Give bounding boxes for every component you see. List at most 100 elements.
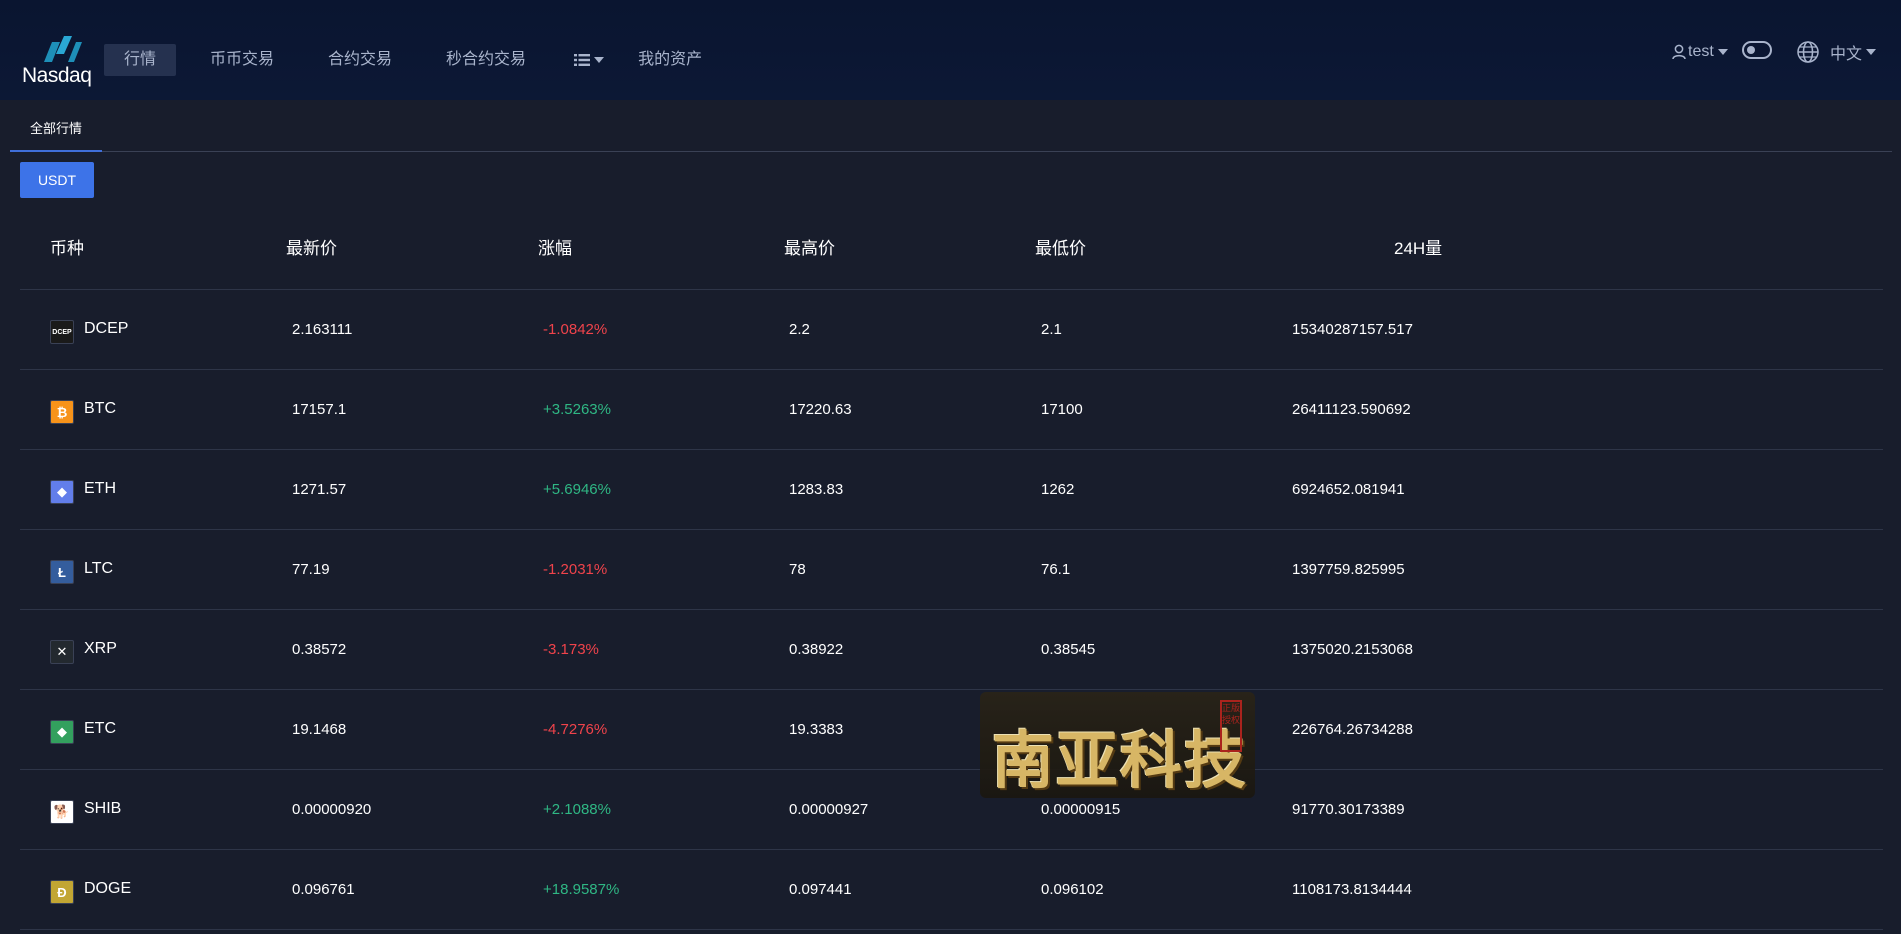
volume-24h: 1397759.825995 bbox=[1292, 561, 1405, 578]
coin-name: LTC bbox=[84, 560, 114, 577]
ltc-icon: Ł bbox=[50, 560, 74, 584]
column-header-low: 最低价 bbox=[1035, 239, 1086, 258]
last-price: 1271.57 bbox=[292, 481, 347, 498]
volume-24h: 6924652.081941 bbox=[1292, 481, 1405, 498]
theme-toggle[interactable] bbox=[1742, 41, 1772, 59]
coin-name: SHIB bbox=[84, 800, 122, 817]
last-price: 2.163111 bbox=[292, 321, 353, 338]
high-price: 0.38922 bbox=[789, 641, 844, 658]
nav-item-spot-trading[interactable]: 币币交易 bbox=[190, 44, 294, 76]
table-row[interactable]: DCEP DCEP 2.163111 -1.0842% 2.2 2.1 1534028715… bbox=[20, 290, 1883, 370]
high-price: 0.097441 bbox=[789, 881, 852, 898]
shib-icon: 🐕 bbox=[50, 800, 74, 824]
column-header-last-price: 最新价 bbox=[286, 239, 337, 258]
coin-name: DOGE bbox=[84, 880, 132, 897]
volume-24h: 26411123.590692 bbox=[1292, 401, 1411, 418]
volume-24h: 15340287157.517 bbox=[1292, 321, 1413, 338]
price-change: +2.1088% bbox=[543, 801, 611, 818]
user-icon bbox=[1672, 44, 1686, 60]
table-header: 币种 最新价 涨幅 最高价 最低价 24H量 bbox=[20, 209, 1883, 290]
top-header: Nasdaq 行情 币币交易 合约交易 秒合约交易 我的资产 test 中文 bbox=[0, 0, 1901, 100]
high-price: 17220.63 bbox=[789, 401, 852, 418]
last-price: 17157.1 bbox=[292, 401, 347, 418]
price-change: +18.9587% bbox=[543, 881, 620, 898]
low-price: 0.096102 bbox=[1041, 881, 1104, 898]
price-change: -4.7276% bbox=[543, 721, 608, 738]
volume-24h: 226764.26734288 bbox=[1292, 721, 1413, 738]
nav-item-market[interactable]: 行情 bbox=[104, 44, 177, 76]
column-header-change: 涨幅 bbox=[538, 239, 572, 258]
eth-icon: ◆ bbox=[50, 480, 74, 504]
doge-icon: Ð bbox=[50, 880, 74, 904]
usdt-filter-button[interactable]: USDT bbox=[20, 162, 94, 198]
nasdaq-logo[interactable]: Nasdaq bbox=[22, 30, 102, 90]
coin-name: ETH bbox=[84, 480, 116, 497]
user-menu[interactable]: test bbox=[1672, 38, 1728, 66]
username-label: test bbox=[1688, 43, 1714, 60]
nav-item-contract-trading[interactable]: 合约交易 bbox=[308, 44, 412, 76]
price-change: -3.173% bbox=[543, 641, 599, 658]
price-change: +3.5263% bbox=[543, 401, 611, 418]
high-price: 1283.83 bbox=[789, 481, 844, 498]
market-tabs: 全部行情 bbox=[10, 113, 1892, 152]
watermark-text: 南亚科技 bbox=[992, 724, 1249, 797]
high-price: 0.00000927 bbox=[789, 801, 869, 818]
dcep-icon: DCEP bbox=[50, 320, 74, 344]
price-change: -1.0842% bbox=[543, 321, 608, 338]
watermark-seal: 正版授权 bbox=[1220, 700, 1242, 752]
language-label: 中文 bbox=[1830, 46, 1863, 63]
table-row[interactable]: 🐕 SHIB 0.00000920 +2.1088% 0.00000927 0.00000… bbox=[20, 770, 1883, 850]
chevron-down-icon bbox=[594, 57, 605, 63]
etc-icon: ◆ bbox=[50, 720, 74, 744]
high-price: 2.2 bbox=[789, 321, 810, 338]
coin-name: ETC bbox=[84, 720, 116, 737]
high-price: 78 bbox=[789, 561, 806, 578]
table-row[interactable]: ◆ ETH 1271.57 +5.6946% 1283.83 1262 6924652.08… bbox=[20, 450, 1883, 530]
logo-text: Nasdaq bbox=[22, 64, 92, 87]
coin-name: DCEP bbox=[84, 320, 129, 337]
table-row[interactable]: ✕ XRP 0.38572 -3.173% 0.38922 0.38545 1375020.… bbox=[20, 610, 1883, 690]
xrp-icon: ✕ bbox=[50, 640, 74, 664]
price-change: -1.2031% bbox=[543, 561, 608, 578]
table-row[interactable]: Ð DOGE 0.096761 +18.9587% 0.097441 0.096102 11… bbox=[20, 850, 1883, 930]
btc-icon: ₿ bbox=[50, 400, 74, 424]
nav-item-second-contract[interactable]: 秒合约交易 bbox=[426, 44, 546, 76]
table-row[interactable]: Ł LTC 77.19 -1.2031% 78 76.1 1397759.825995 bbox=[20, 530, 1883, 610]
chevron-down-icon bbox=[1717, 49, 1728, 55]
low-price: 2.1 bbox=[1041, 321, 1062, 338]
watermark-logo: 南亚科技 正版授权 bbox=[980, 692, 1255, 798]
low-price: 0.38545 bbox=[1041, 641, 1096, 658]
nav-item-my-assets[interactable]: 我的资产 bbox=[618, 44, 722, 76]
last-price: 0.38572 bbox=[292, 641, 347, 658]
last-price: 19.1468 bbox=[292, 721, 347, 738]
low-price: 76.1 bbox=[1041, 561, 1071, 578]
column-header-volume: 24H量 bbox=[1394, 239, 1443, 258]
last-price: 0.096761 bbox=[292, 881, 355, 898]
coin-name: BTC bbox=[84, 400, 116, 417]
volume-24h: 1375020.2153068 bbox=[1292, 641, 1413, 658]
last-price: 0.00000920 bbox=[292, 801, 372, 818]
column-header-high: 最高价 bbox=[784, 239, 835, 258]
volume-24h: 1108173.8134444 bbox=[1292, 881, 1412, 898]
globe-icon bbox=[1797, 41, 1819, 63]
low-price: 17100 bbox=[1041, 401, 1083, 418]
coin-name: XRP bbox=[84, 640, 117, 657]
volume-24h: 91770.30173389 bbox=[1292, 801, 1405, 818]
table-row[interactable]: ₿ BTC 17157.1 +3.5263% 17220.63 17100 26411123… bbox=[20, 370, 1883, 450]
price-change: +5.6946% bbox=[543, 481, 611, 498]
table-row[interactable]: ◆ ETC 19.1468 -4.7276% 19.3383 226764.2673428… bbox=[20, 690, 1883, 770]
tab-all-markets[interactable]: 全部行情 bbox=[10, 113, 103, 152]
column-header-coin: 币种 bbox=[50, 239, 84, 258]
list-icon bbox=[574, 54, 591, 66]
low-price: 1262 bbox=[1041, 481, 1075, 498]
toggle-knob bbox=[1747, 46, 1755, 54]
market-table: 币种 最新价 涨幅 最高价 最低价 24H量 DCEP DCEP 2.163111 -… bbox=[20, 209, 1883, 930]
chevron-down-icon bbox=[1866, 49, 1877, 55]
language-selector[interactable]: 中文 bbox=[1796, 38, 1877, 66]
main-nav: 行情 币币交易 合约交易 秒合约交易 我的资产 bbox=[104, 44, 736, 76]
high-price: 19.3383 bbox=[789, 721, 844, 738]
logo-mark-icon bbox=[44, 36, 82, 62]
more-menu-button[interactable] bbox=[560, 44, 618, 76]
table-body: DCEP DCEP 2.163111 -1.0842% 2.2 2.1 1534028715… bbox=[20, 290, 1883, 930]
last-price: 77.19 bbox=[292, 561, 330, 578]
